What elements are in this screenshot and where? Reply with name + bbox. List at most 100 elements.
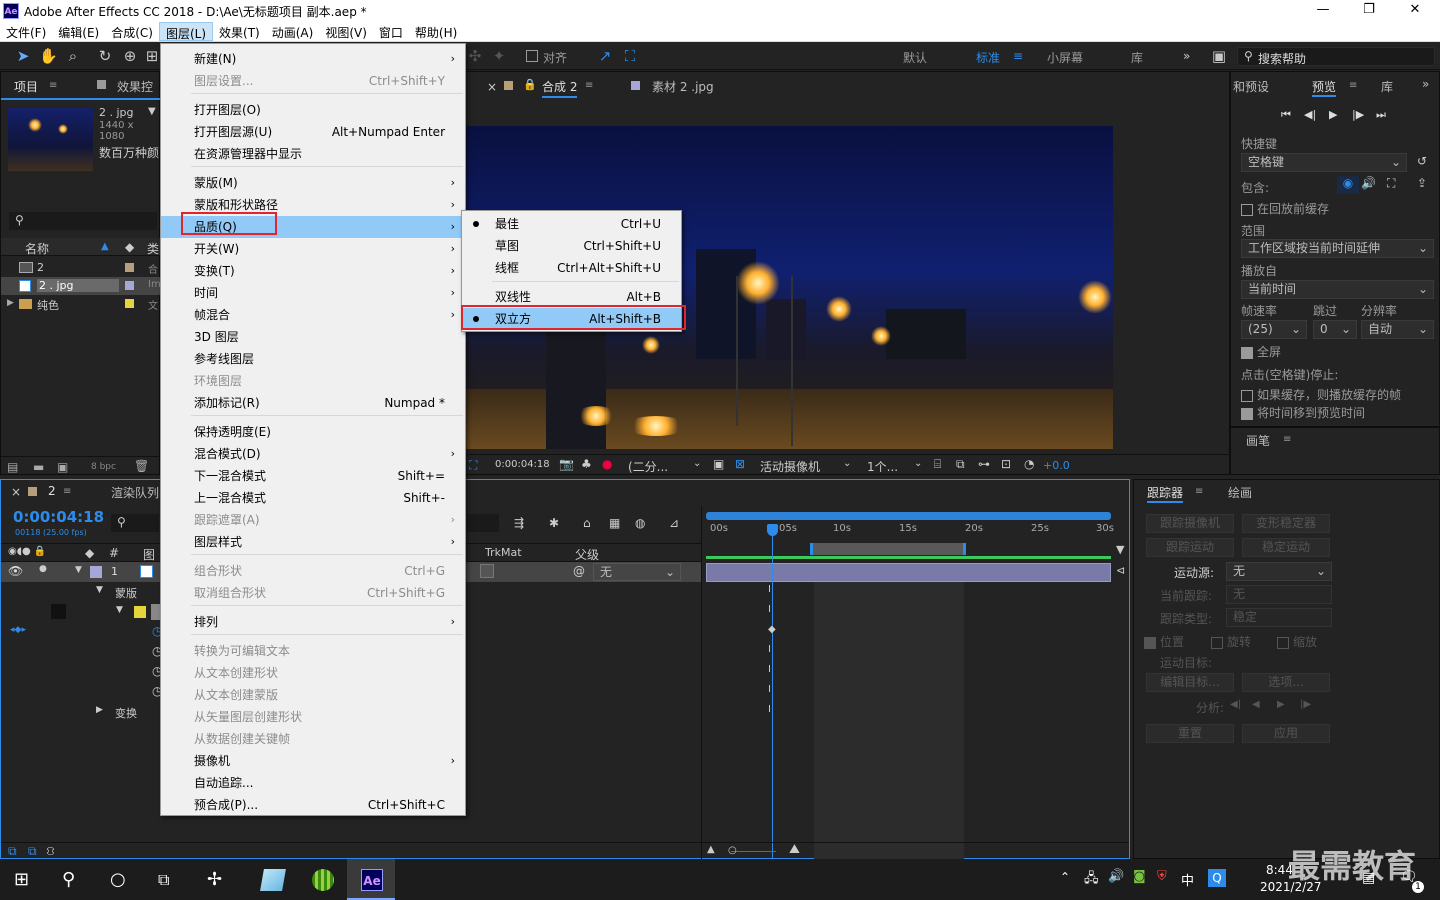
snap-checkbox[interactable] [526, 50, 538, 62]
shy-layers-icon[interactable]: ⌂ [583, 516, 591, 530]
comp-button-icon[interactable]: ▼ [1116, 543, 1124, 556]
menu-item[interactable]: 自动追踪... [161, 772, 465, 794]
keyframe-marker[interactable]: I [768, 704, 771, 715]
next-frame-icon[interactable]: |▶ [1352, 108, 1364, 121]
menu-item[interactable]: 转换为可编辑文本 [161, 640, 465, 662]
edit-target-button[interactable]: 编辑目标... [1146, 673, 1234, 692]
submenu-item[interactable]: 最佳 Ctrl+U [462, 213, 681, 235]
menu-item[interactable]: 图层设置... Ctrl+Shift+Y [161, 70, 465, 92]
menu-edit[interactable]: 编辑(E) [52, 22, 105, 41]
graph-editor-icon[interactable]: ⊿ [669, 516, 679, 530]
menu-item[interactable]: 打开图层(O) [161, 99, 465, 121]
menu-item[interactable]: 组合形状 Ctrl+G [161, 560, 465, 582]
keyframe-marker[interactable]: I [768, 584, 771, 595]
project-item-comp[interactable]: 2 合 [1, 259, 161, 277]
brush-tab[interactable]: 画笔 [1246, 432, 1270, 449]
menu-item[interactable]: 蒙版(M) › [161, 172, 465, 194]
menu-layer[interactable]: 图层(L) [158, 22, 214, 41]
type-column-header[interactable]: 类 [147, 240, 159, 257]
last-frame-icon[interactable]: ⏭ [1376, 108, 1386, 122]
timeline-search-input[interactable]: ⚲ [111, 514, 159, 532]
scale-checkbox[interactable]: 缩放 [1277, 633, 1317, 650]
taskbar-app-notes[interactable] [248, 859, 296, 900]
project-item-footage[interactable]: 2 . jpg Im [1, 277, 161, 295]
timeline-tab-menu-icon[interactable]: ≡ [63, 486, 71, 497]
cache-before-playback-checkbox[interactable]: 在回放前缓存 [1241, 200, 1329, 217]
play-cached-checkbox[interactable]: 如果缓存，则播放缓存的帧 [1241, 386, 1401, 403]
workspace-library[interactable]: 库 [1131, 49, 1143, 66]
keyframe-marker[interactable]: I [768, 684, 771, 695]
project-tab-menu-icon[interactable]: ≡ [49, 80, 57, 91]
parent-dropdown[interactable]: 无 ⌄ [593, 563, 681, 581]
expand-arrow-icon[interactable]: ▼ [96, 585, 103, 595]
track-camera-button[interactable]: 跟踪摄像机 [1146, 514, 1234, 533]
fast-preview-icon[interactable]: ▣ [713, 457, 724, 471]
zoom-slider[interactable] [731, 851, 776, 852]
analyze-forward-step-icon[interactable]: |▶ [1300, 699, 1311, 710]
rotation-checkbox[interactable]: 旋转 [1211, 633, 1251, 650]
warp-stabilizer-button[interactable]: 变形稳定器 [1242, 514, 1330, 533]
comp-flowchart-icon[interactable]: ⇶ [514, 516, 524, 530]
analyze-back-icon[interactable]: ◀ [1252, 699, 1260, 710]
menu-item[interactable]: 添加标记(R) Numpad * [161, 392, 465, 414]
play-from-dropdown[interactable]: 当前时间 ⌄ [1241, 280, 1434, 299]
transparency-grid-icon[interactable]: ⊠ [735, 457, 745, 471]
selection-tool-icon[interactable]: ➤ [14, 47, 32, 65]
checkbox[interactable] [1241, 203, 1253, 216]
new-folder-icon[interactable]: ▬ [33, 460, 44, 474]
motion-source-dropdown[interactable]: 无 ⌄ [1226, 562, 1332, 581]
fullscreen-checkbox[interactable]: 全屏 [1241, 343, 1281, 360]
menu-item[interactable]: 从数据创建关键帧 [161, 728, 465, 750]
taskbar-app-fan[interactable]: ✢ [193, 859, 241, 900]
menu-item[interactable]: 混合模式(D) › [161, 443, 465, 465]
track-motion-button[interactable]: 跟踪运动 [1146, 538, 1234, 557]
current-time-indicator[interactable] [772, 526, 773, 860]
start-button[interactable]: ⊞ [0, 859, 48, 900]
include-video-icon[interactable]: ◉ [1337, 176, 1359, 194]
submenu-item[interactable]: 线框 Ctrl+Alt+Shift+U [462, 257, 681, 279]
layer-label-color[interactable] [90, 566, 102, 578]
volume-icon[interactable]: 🔊 [1108, 869, 1124, 884]
res-dropdown[interactable]: 自动 ⌄ [1361, 320, 1434, 339]
effects-presets-tab[interactable]: 和预设 [1233, 78, 1269, 95]
expand-arrow-icon[interactable]: ▼ [75, 565, 82, 575]
menu-item[interactable]: 取消组合形状 Ctrl+Shift+G [161, 582, 465, 604]
motion-blur-icon[interactable]: ◍ [635, 516, 645, 530]
menu-item[interactable]: 3D 图层 [161, 326, 465, 348]
shortcut-dropdown[interactable]: 空格键 ⌄ [1241, 153, 1407, 172]
layer-name-header[interactable]: 图 [143, 546, 155, 563]
more-workspaces-icon[interactable]: » [1183, 49, 1190, 63]
more-panels-icon[interactable]: » [1422, 77, 1429, 91]
timeline-timecode[interactable]: 0:00:04:18 [13, 508, 104, 526]
workspace-standard[interactable]: 标准 [976, 49, 1000, 66]
minimize-button[interactable]: — [1300, 2, 1346, 17]
menu-item[interactable]: 跟踪遮罩(A) › [161, 509, 465, 531]
view-layout-dropdown[interactable]: 1个... [867, 458, 898, 475]
menu-item[interactable]: 从文本创建形状 [161, 662, 465, 684]
interpret-footage-icon[interactable]: ▤ [7, 460, 18, 474]
navigator-bar[interactable] [706, 512, 1111, 520]
workspace-layout-icon[interactable]: ▣ [1210, 47, 1228, 65]
checkbox[interactable] [1211, 636, 1223, 649]
task-view-button[interactable]: ⧉ [144, 859, 192, 900]
keyframe-diamond-icon[interactable]: ◆ [768, 624, 776, 635]
camera-tool-icon[interactable]: ⊕ [121, 47, 139, 65]
menu-view[interactable]: 视图(V) [319, 22, 373, 41]
reset-exposure-icon[interactable]: ◔ [1024, 457, 1034, 471]
project-tab[interactable]: 项目 [14, 78, 38, 95]
reset-button[interactable]: 重置 [1146, 724, 1234, 743]
first-frame-icon[interactable]: ⏮ [1281, 108, 1291, 122]
paint-tab[interactable]: 绘画 [1228, 484, 1252, 501]
cortana-button[interactable]: ○ [96, 859, 144, 900]
play-icon[interactable]: ▶ [1329, 108, 1337, 121]
menu-item[interactable]: 摄像机 › [161, 750, 465, 772]
camera-dropdown[interactable]: 活动摄像机 [760, 458, 820, 475]
apply-button[interactable]: 应用 [1242, 724, 1330, 743]
options-button[interactable]: 选项... [1242, 673, 1330, 692]
snapshot-icon[interactable]: 📷 [559, 457, 574, 471]
skip-dropdown[interactable]: 0 ⌄ [1313, 320, 1357, 339]
menu-item[interactable]: 从文本创建蒙版 [161, 684, 465, 706]
library-tab[interactable]: 库 [1381, 78, 1393, 95]
footage-tab[interactable]: 素材 2 .jpg [652, 78, 714, 95]
toggle-switches-icon[interactable]: ⧉ [8, 844, 17, 859]
